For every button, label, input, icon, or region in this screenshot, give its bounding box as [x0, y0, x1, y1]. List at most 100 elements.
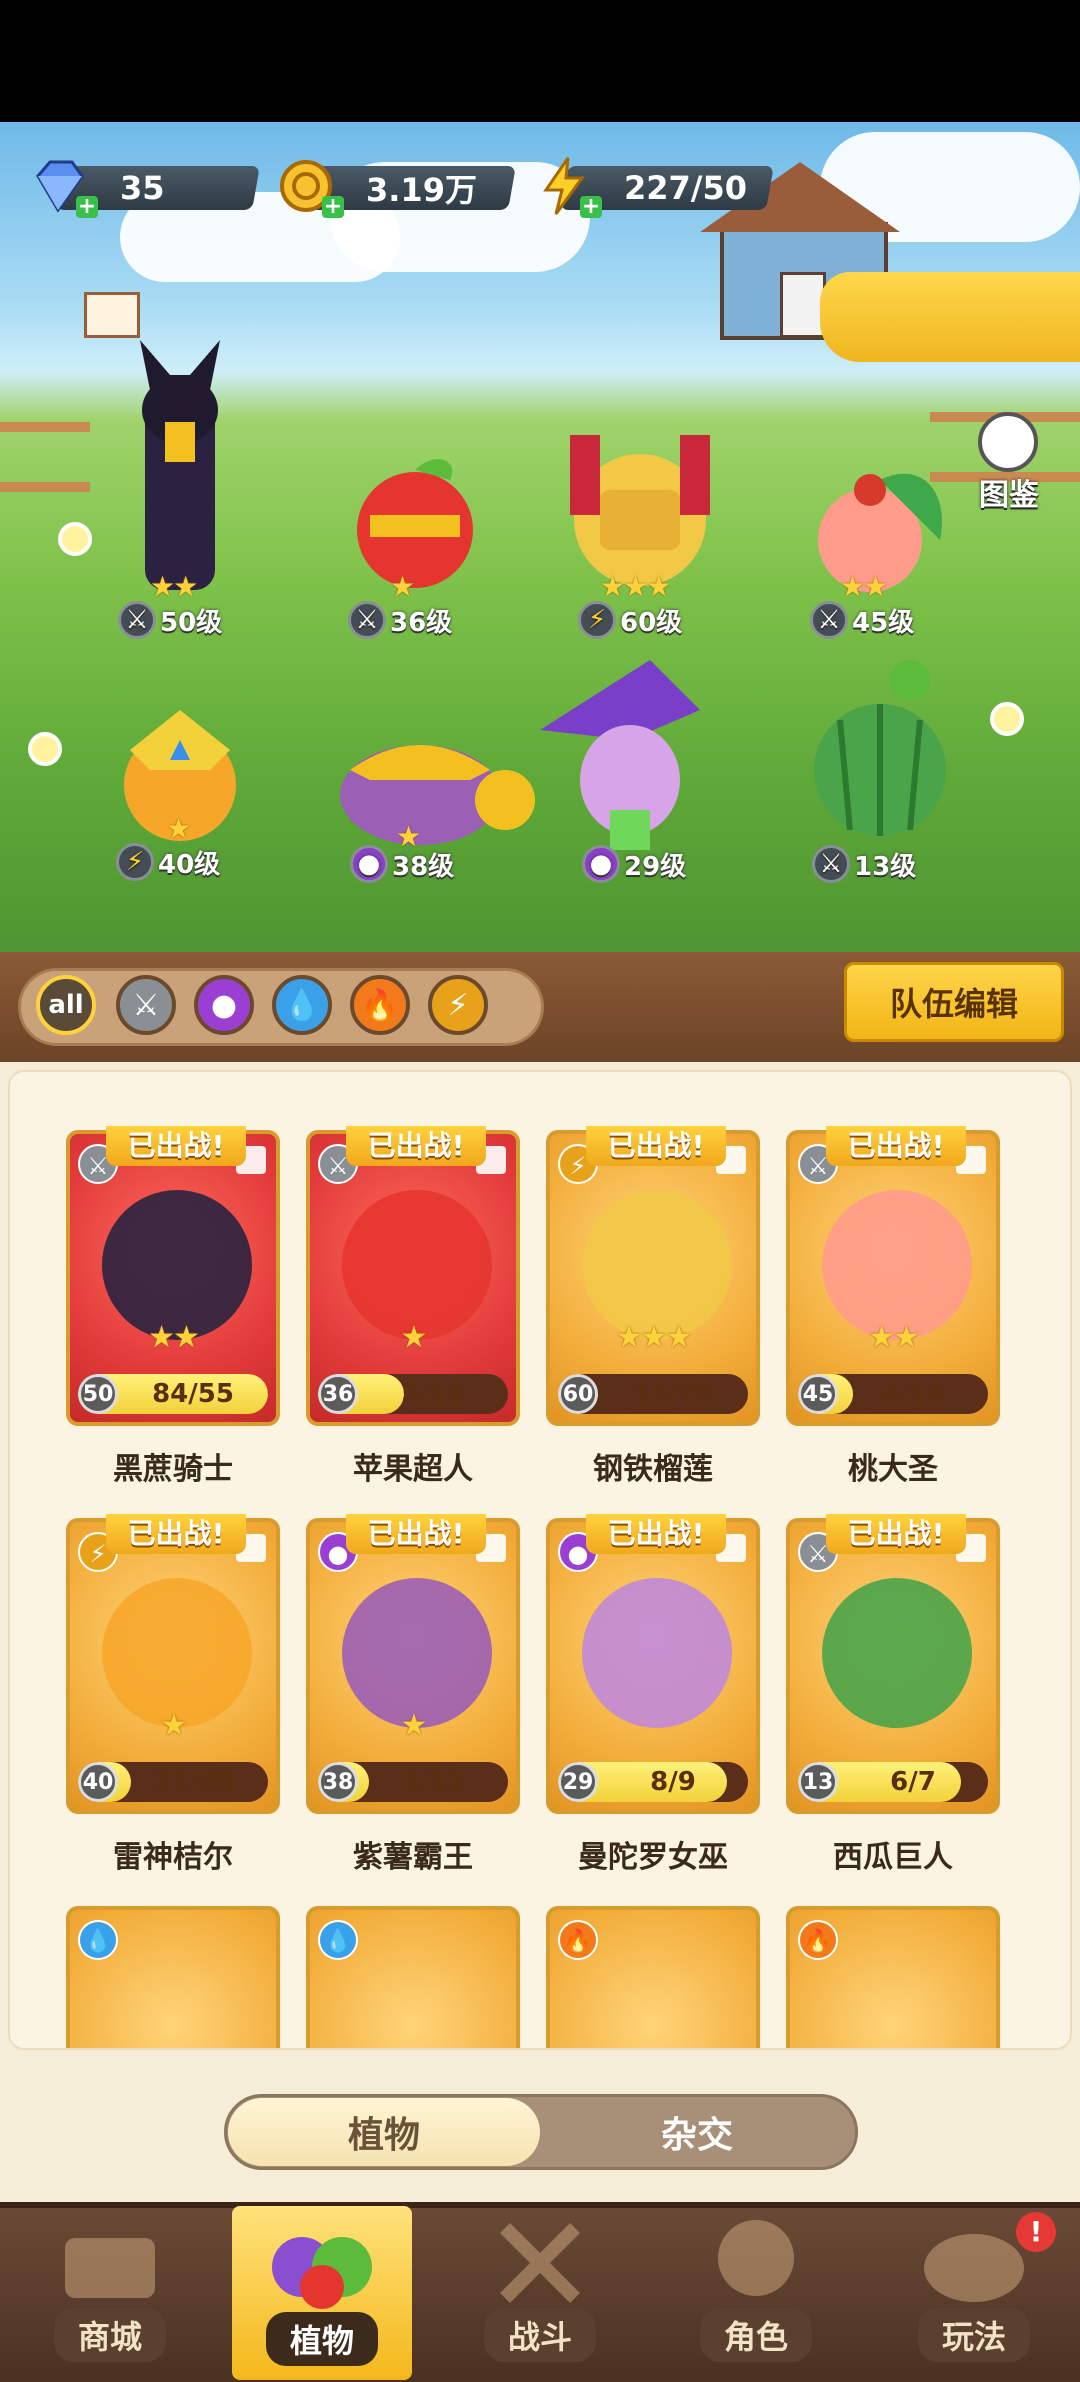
plant-card[interactable]: ⚡ ★★★ 60 13/70 已出战! 钢铁榴莲 — [546, 1126, 760, 1490]
deployed-banner: 已出战! — [826, 1514, 966, 1554]
filter-potion[interactable]: ● — [194, 975, 254, 1035]
fire-icon: 🔥 — [558, 1920, 598, 1960]
status-area — [0, 0, 1080, 122]
nav-battle-label: 战斗 — [483, 2308, 596, 2362]
field-hero-8[interactable]: ⚔ 13级 — [780, 660, 980, 900]
card-stars: ★★★ — [615, 1320, 693, 1355]
team-edit-button[interactable]: 队伍编辑 — [844, 962, 1064, 1042]
filter-sword[interactable]: ⚔ — [116, 975, 176, 1035]
hero-stars: ★ — [390, 570, 415, 603]
plant-card[interactable]: ● ★ 38 3/11 已出战! 紫薯霸王 — [306, 1514, 520, 1878]
progress-text: 6/7 — [890, 1767, 936, 1797]
level-progress-bar: 29 8/9 — [558, 1762, 748, 1802]
field-hero-7[interactable]: ● 29级 — [520, 660, 720, 900]
character-icon — [718, 2220, 794, 2296]
nav-battle[interactable]: 战斗 — [440, 2202, 640, 2376]
watermelon-giant-sprite — [814, 660, 946, 836]
fire-icon: 🔥 — [361, 987, 399, 1023]
nav-character[interactable]: 角色 — [656, 2202, 856, 2376]
plant-card-partial[interactable]: 🔥 — [786, 1906, 1000, 2048]
card-level: 38 — [318, 1762, 358, 1802]
card-level: 50 — [78, 1374, 118, 1414]
field-hero-2[interactable]: ★ ⚔ 36级 — [330, 450, 500, 650]
card-name: 苹果超人 — [353, 1452, 473, 1487]
card-name: 雷神桔尔 — [113, 1840, 233, 1875]
add-gems-icon[interactable]: + — [76, 196, 98, 218]
lightning-icon: ⚡ — [578, 601, 616, 639]
card-name: 桃大圣 — [848, 1452, 938, 1487]
card-frame: ⚔ ★ 36 5/11 — [306, 1130, 520, 1426]
hero-level: 50级 — [160, 607, 223, 638]
plant-portrait — [102, 1578, 252, 1728]
card-name: 黑蔗骑士 — [113, 1452, 233, 1487]
nav-plants[interactable]: 植物 — [232, 2206, 412, 2380]
filter-fire[interactable]: 🔥 — [350, 975, 410, 1035]
shop-icon — [65, 2238, 155, 2298]
plant-card-partial[interactable]: 💧 — [66, 1906, 280, 2048]
plant-card[interactable]: ⚔ ★★ 45 4/14 已出战! 桃大圣 — [786, 1126, 1000, 1490]
hero-level: 40级 — [158, 849, 221, 880]
field-hero-5[interactable]: ★ ⚡ 40级 — [100, 700, 270, 900]
field-hero-1[interactable]: ★★ ⚔ 50级 — [100, 330, 260, 640]
black-knight-sprite — [140, 340, 220, 590]
card-stars: ★ — [160, 1708, 188, 1743]
encyclopedia-button[interactable]: 图鉴 — [968, 412, 1058, 513]
water-icon: 💧 — [78, 1920, 118, 1960]
hero-stars: ★★ — [150, 570, 198, 603]
card-stars: ★★ — [148, 1320, 200, 1355]
filter-all[interactable]: all — [36, 975, 96, 1035]
level-progress-bar: 38 3/11 — [318, 1762, 508, 1802]
nav-shop-label: 商城 — [53, 2308, 166, 2362]
plant-portrait — [582, 1578, 732, 1728]
sword-icon: ⚔ — [810, 601, 848, 639]
level-progress-bar: 45 4/14 — [798, 1374, 988, 1414]
coin-count: 3.19万 — [366, 171, 477, 209]
energy-count: 227/50 — [624, 169, 748, 207]
level-progress-bar: 13 6/7 — [798, 1762, 988, 1802]
filter-water[interactable]: 💧 — [272, 975, 332, 1035]
plant-card-partial[interactable]: 🔥 — [546, 1906, 760, 2048]
nav-gameplay-label: 玩法 — [917, 2308, 1030, 2362]
lightning-icon: ⚡ — [447, 987, 469, 1023]
plant-card[interactable]: ● 29 8/9 已出战! 曼陀罗女巫 — [546, 1514, 760, 1878]
potion-icon: ● — [350, 845, 388, 883]
field-hero-6[interactable]: ★ ● 38级 — [320, 720, 540, 900]
card-frame: ⚔ 13 6/7 — [786, 1518, 1000, 1814]
plant-card[interactable]: ⚔ ★ 36 5/11 已出战! 苹果超人 — [306, 1126, 520, 1490]
plant-card[interactable]: ⚡ ★ 40 11/40 已出战! 雷神桔尔 — [66, 1514, 280, 1878]
potion-icon: ● — [582, 845, 620, 883]
add-coins-icon[interactable]: + — [322, 196, 344, 218]
sword-icon: ⚔ — [132, 987, 160, 1023]
coin-counter[interactable]: 3.19万 + — [280, 158, 522, 218]
energy-counter[interactable]: 227/50 + — [540, 157, 780, 218]
gem-counter[interactable]: 35 + — [36, 158, 266, 218]
card-level: 36 — [318, 1374, 358, 1414]
field-hero-4[interactable]: ★★ ⚔ 45级 — [800, 460, 970, 650]
plant-card[interactable]: ⚔ 13 6/7 已出战! 西瓜巨人 — [786, 1514, 1000, 1878]
deployed-banner: 已出战! — [346, 1126, 486, 1166]
plant-portrait — [342, 1190, 492, 1340]
card-level: 29 — [558, 1762, 598, 1802]
field-hero-3[interactable]: ★★★ ⚡ 60级 — [540, 420, 740, 650]
notification-badge: ! — [1016, 2212, 1056, 2252]
plant-card-partial[interactable]: 💧 — [306, 1906, 520, 2048]
plant-portrait — [822, 1190, 972, 1340]
card-name: 曼陀罗女巫 — [578, 1840, 728, 1875]
gem-count: 35 — [120, 169, 165, 207]
progress-text: 8/9 — [650, 1767, 696, 1797]
nav-shop[interactable]: 商城 — [10, 2202, 210, 2376]
mandrake-witch-sprite — [540, 660, 700, 850]
add-energy-icon[interactable]: + — [580, 196, 602, 218]
sword-icon: ⚔ — [812, 845, 850, 883]
toggle-plants[interactable]: 植物 — [228, 2098, 540, 2166]
lightning-icon: ⚡ — [116, 843, 154, 881]
water-drop-icon: 💧 — [283, 987, 321, 1023]
plant-card[interactable]: ⚔ ★★ 50 84/55 已出战! 黑蔗骑士 — [66, 1126, 280, 1490]
progress-text: 84/55 — [152, 1379, 234, 1409]
deployed-banner: 已出战! — [106, 1126, 246, 1166]
progress-text: 5/11 — [401, 1379, 465, 1409]
toggle-hybrid[interactable]: 杂交 — [540, 2098, 854, 2166]
filter-lightning[interactable]: ⚡ — [428, 975, 488, 1035]
hero-level: 45级 — [852, 607, 915, 638]
plant-portrait — [822, 1578, 972, 1728]
